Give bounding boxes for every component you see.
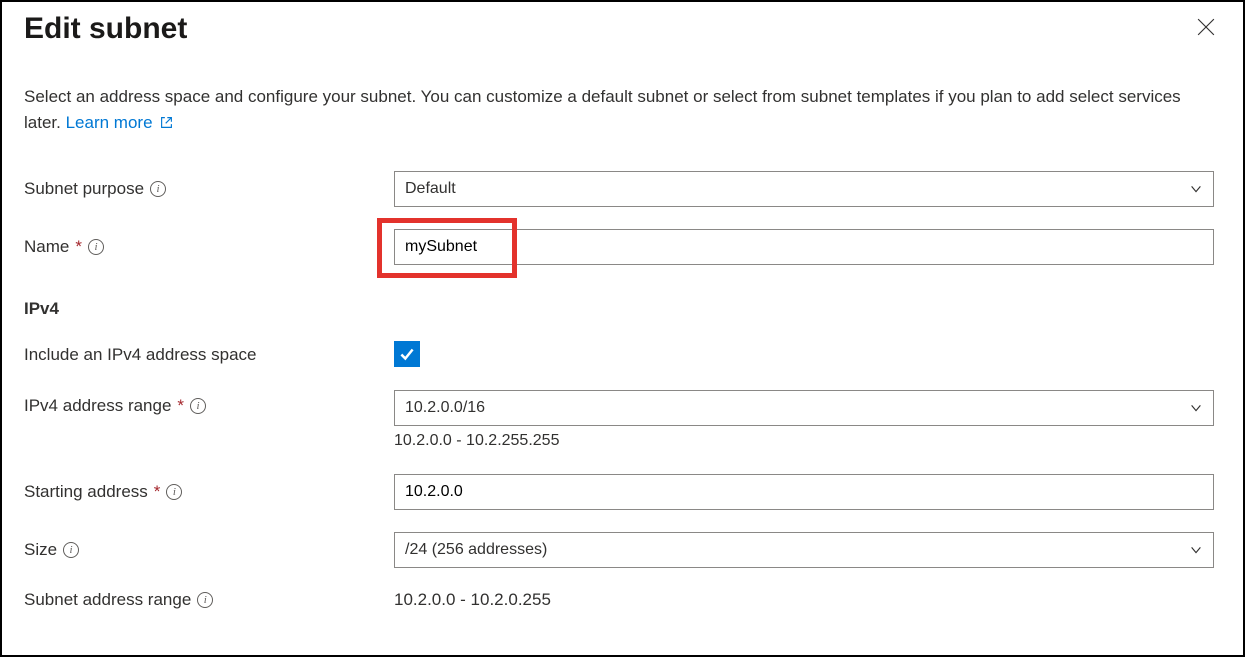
size-select[interactable]: /24 (256 addresses) [394, 532, 1214, 568]
page-title: Edit subnet [24, 12, 187, 46]
row-name: Name * [24, 229, 1221, 265]
ipv4-section-heading: IPv4 [24, 299, 1221, 319]
info-icon[interactable] [166, 484, 182, 500]
panel-header: Edit subnet [24, 8, 1221, 84]
intro-body: Select an address space and configure yo… [24, 87, 1181, 132]
name-input-wrapper [394, 229, 1214, 265]
chevron-down-icon [1189, 401, 1203, 415]
label-include-ipv4-text: Include an IPv4 address space [24, 345, 256, 365]
include-ipv4-checkbox[interactable] [394, 341, 420, 367]
edit-subnet-panel: Edit subnet Select an address space and … [0, 0, 1245, 657]
ipv4-range-select[interactable]: 10.2.0.0/16 [394, 390, 1214, 426]
label-subnet-range: Subnet address range [24, 590, 394, 610]
row-subnet-address-range: Subnet address range 10.2.0.0 - 10.2.0.2… [24, 590, 1221, 610]
row-include-ipv4: Include an IPv4 address space [24, 341, 1221, 368]
required-indicator: * [75, 237, 82, 257]
label-size-text: Size [24, 540, 57, 560]
size-value: /24 (256 addresses) [405, 541, 547, 559]
intro-text: Select an address space and configure yo… [24, 84, 1204, 135]
subnet-range-value: 10.2.0.0 - 10.2.0.255 [394, 590, 551, 609]
checkmark-icon [398, 345, 416, 363]
row-size: Size /24 (256 addresses) [24, 532, 1221, 568]
label-starting-address-text: Starting address [24, 482, 148, 502]
learn-more-link[interactable]: Learn more [66, 113, 174, 132]
info-icon[interactable] [150, 181, 166, 197]
required-indicator: * [177, 396, 184, 416]
info-icon[interactable] [63, 542, 79, 558]
row-subnet-purpose: Subnet purpose Default [24, 171, 1221, 207]
name-input[interactable] [395, 230, 1213, 264]
close-icon [1197, 18, 1215, 36]
info-icon[interactable] [197, 592, 213, 608]
info-icon[interactable] [190, 398, 206, 414]
label-include-ipv4: Include an IPv4 address space [24, 345, 394, 365]
label-subnet-range-text: Subnet address range [24, 590, 191, 610]
starting-address-input[interactable] [394, 474, 1214, 510]
label-ipv4-range: IPv4 address range * [24, 390, 394, 416]
required-indicator: * [154, 482, 161, 502]
ipv4-range-helper: 10.2.0.0 - 10.2.255.255 [394, 432, 1214, 450]
row-ipv4-range: IPv4 address range * 10.2.0.0/16 10.2.0.… [24, 390, 1221, 450]
label-name: Name * [24, 237, 394, 257]
info-icon[interactable] [88, 239, 104, 255]
label-subnet-purpose: Subnet purpose [24, 179, 394, 199]
row-starting-address: Starting address * [24, 474, 1221, 510]
label-name-text: Name [24, 237, 69, 257]
label-ipv4-range-text: IPv4 address range [24, 396, 171, 416]
subnet-purpose-select[interactable]: Default [394, 171, 1214, 207]
ipv4-range-value: 10.2.0.0/16 [405, 399, 485, 417]
label-subnet-purpose-text: Subnet purpose [24, 179, 144, 199]
chevron-down-icon [1189, 543, 1203, 557]
external-link-icon [160, 116, 173, 129]
close-button[interactable] [1191, 12, 1221, 45]
label-size: Size [24, 540, 394, 560]
learn-more-label: Learn more [66, 113, 153, 132]
subnet-purpose-value: Default [405, 180, 456, 198]
chevron-down-icon [1189, 182, 1203, 196]
label-starting-address: Starting address * [24, 482, 394, 502]
